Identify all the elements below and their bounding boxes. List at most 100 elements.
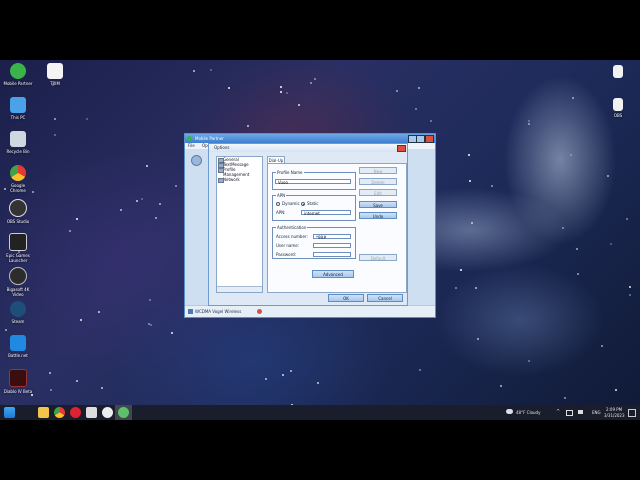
maximize-button[interactable] bbox=[416, 135, 425, 143]
chrome-icon bbox=[10, 165, 26, 181]
record-icon[interactable] bbox=[70, 407, 81, 418]
username-label: User name: bbox=[276, 243, 300, 248]
star bbox=[418, 87, 420, 89]
advanced-button[interactable]: Advanced bbox=[312, 270, 354, 278]
desktop-icon-obs-file[interactable]: OBS bbox=[603, 98, 633, 118]
star bbox=[280, 86, 282, 88]
network-icon[interactable] bbox=[566, 410, 573, 416]
star bbox=[136, 200, 138, 202]
star bbox=[49, 372, 51, 374]
star bbox=[475, 287, 477, 289]
connect-icon[interactable] bbox=[191, 155, 202, 166]
delete-button[interactable]: Delete bbox=[359, 178, 397, 185]
star bbox=[50, 389, 52, 391]
window-titlebar[interactable]: Mobile Partner bbox=[185, 134, 435, 143]
clock-date[interactable]: 3/31/2023 bbox=[604, 413, 625, 418]
apn-dynamic-label: Dynamic bbox=[282, 201, 300, 206]
tree-item-profile-management[interactable]: Profile Management bbox=[217, 167, 262, 177]
document-icon bbox=[613, 98, 623, 111]
close-button[interactable] bbox=[425, 135, 434, 143]
star bbox=[314, 78, 316, 80]
profile-name-field[interactable]: Vuoo bbox=[275, 179, 351, 185]
tree-horizontal-scrollbar[interactable] bbox=[217, 286, 262, 292]
active-app-indicator bbox=[115, 405, 132, 420]
profile-name-group-label: Profile Name bbox=[276, 170, 304, 175]
apn-static-radio[interactable] bbox=[301, 202, 305, 206]
dialog-title: Options bbox=[214, 145, 230, 150]
taskbar: 48°F Cloudy ^ ENG 2:09 PM 3/31/2023 bbox=[0, 405, 640, 420]
star bbox=[317, 382, 319, 384]
desktop-icon-4k-video[interactable]: Bigasoft 4K Video bbox=[3, 267, 33, 297]
star bbox=[564, 397, 566, 399]
star bbox=[615, 389, 617, 391]
desktop-icon-label: OBS bbox=[613, 113, 623, 118]
star bbox=[193, 70, 195, 72]
star bbox=[528, 120, 530, 122]
desktop-icon-obs[interactable]: OBS Studio bbox=[3, 199, 33, 224]
dialog-titlebar[interactable]: Options bbox=[209, 144, 407, 152]
star bbox=[120, 209, 122, 211]
star bbox=[430, 120, 432, 122]
desktop-icon-trim[interactable]: TRIM bbox=[40, 63, 70, 86]
cancel-button[interactable]: Cancel bbox=[367, 294, 403, 302]
star bbox=[54, 134, 56, 136]
star bbox=[500, 385, 502, 387]
password-field[interactable] bbox=[313, 252, 351, 257]
volume-icon[interactable] bbox=[578, 410, 583, 414]
star bbox=[286, 92, 288, 94]
options-tree: General TextMessage Profile Management N… bbox=[216, 156, 263, 293]
dialog-close-button[interactable] bbox=[397, 145, 406, 152]
star bbox=[528, 123, 530, 125]
desktop-icon-label: This PC bbox=[10, 115, 26, 120]
notification-icon[interactable] bbox=[628, 409, 636, 417]
chrome-icon[interactable] bbox=[54, 407, 65, 418]
star bbox=[280, 91, 282, 93]
tree-item-label: Profile Management bbox=[223, 167, 250, 177]
tree-item-network[interactable]: Network bbox=[217, 177, 262, 183]
star bbox=[396, 90, 398, 92]
gear-icon[interactable] bbox=[102, 407, 113, 418]
desktop-icon-steam[interactable]: Steam bbox=[3, 301, 33, 324]
default-button[interactable]: Default bbox=[359, 254, 397, 261]
weather-text[interactable]: 48°F Cloudy bbox=[516, 410, 540, 415]
desktop-icon-this-pc[interactable]: This PC bbox=[3, 97, 33, 120]
star bbox=[419, 369, 421, 371]
star bbox=[491, 185, 493, 187]
desktop-icon-chrome[interactable]: Google Chrome bbox=[3, 165, 33, 193]
chevron-up-icon[interactable]: ^ bbox=[556, 410, 560, 415]
apn-field[interactable]: internet bbox=[301, 210, 351, 216]
clock-time[interactable]: 2:09 PM bbox=[606, 407, 622, 412]
desktop-icon-diablo[interactable]: Diablo IV Beta bbox=[3, 369, 33, 394]
undo-button[interactable]: Undo bbox=[359, 212, 397, 219]
file-explorer-icon[interactable] bbox=[38, 407, 49, 418]
folder-icon bbox=[218, 168, 224, 173]
ok-button[interactable]: OK bbox=[328, 294, 364, 302]
new-button[interactable]: New bbox=[359, 167, 397, 174]
status-text: WCDMA Vogel Wireless bbox=[195, 309, 242, 314]
username-field[interactable] bbox=[313, 243, 351, 248]
password-label: Password: bbox=[276, 252, 297, 257]
battlenet-icon bbox=[10, 335, 26, 351]
save-button[interactable]: Save bbox=[359, 201, 397, 208]
desktop-icon-recycle-bin[interactable]: Recycle Bin bbox=[3, 131, 33, 154]
access-number-field[interactable]: *99# bbox=[313, 234, 351, 240]
star bbox=[31, 394, 33, 396]
desktop-icon-mobile-partner[interactable]: Mobile Partner bbox=[3, 63, 33, 86]
authentication-group: Authentication Access number: *99# User … bbox=[272, 225, 356, 259]
language-indicator[interactable]: ENG bbox=[592, 410, 601, 415]
status-bar: WCDMA Vogel Wireless bbox=[185, 305, 435, 317]
star bbox=[171, 332, 173, 334]
star bbox=[460, 269, 462, 271]
menu-file[interactable]: File bbox=[188, 143, 195, 148]
star bbox=[98, 311, 100, 313]
apn-dynamic-radio[interactable] bbox=[276, 202, 280, 206]
desktop-icon-battlenet[interactable]: Battle.net bbox=[3, 335, 33, 358]
star bbox=[455, 287, 457, 289]
edit-button[interactable]: Edit bbox=[359, 189, 397, 196]
desktop-icon-epic[interactable]: Epic Games Launcher bbox=[3, 233, 33, 263]
weather-icon[interactable] bbox=[506, 409, 513, 414]
star bbox=[150, 324, 152, 326]
start-icon[interactable] bbox=[4, 407, 15, 418]
desktop-icon-file[interactable] bbox=[603, 65, 633, 80]
terminal-icon[interactable] bbox=[86, 407, 97, 418]
